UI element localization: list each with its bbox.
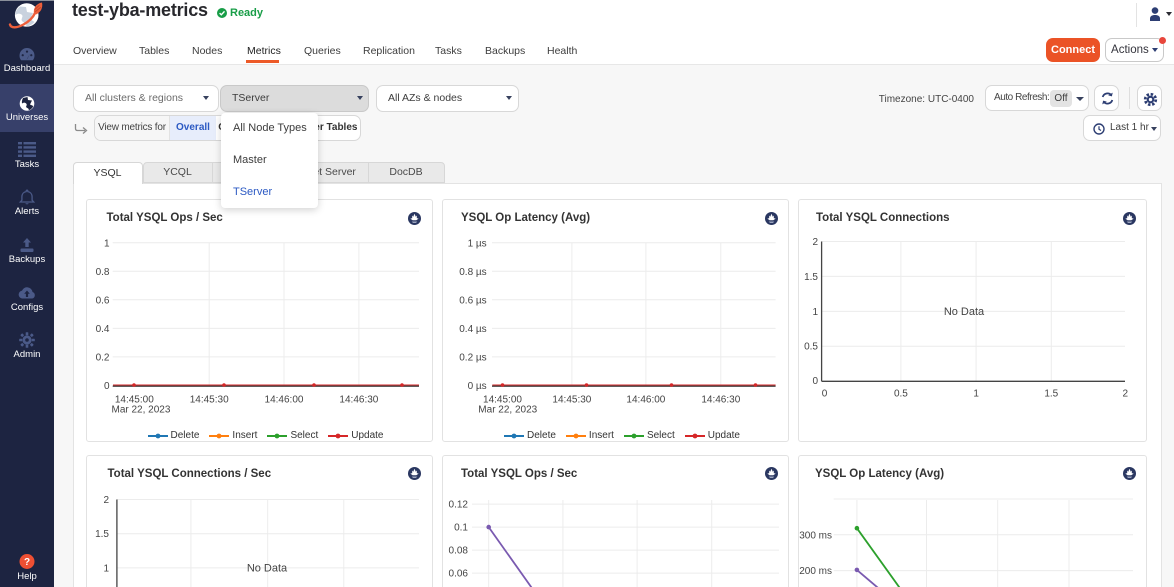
svg-text:1: 1 xyxy=(103,563,109,574)
svg-text:Mar 22, 2023: Mar 22, 2023 xyxy=(111,405,170,416)
svg-text:0.6: 0.6 xyxy=(95,295,109,306)
svg-text:0.4 µs: 0.4 µs xyxy=(459,324,486,335)
svg-text:14:45:30: 14:45:30 xyxy=(552,395,591,406)
svg-text:0.06: 0.06 xyxy=(449,568,469,579)
svg-text:0.5: 0.5 xyxy=(894,389,908,400)
svg-text:1: 1 xyxy=(103,238,109,249)
svg-text:0: 0 xyxy=(822,389,828,400)
svg-text:1: 1 xyxy=(973,389,979,400)
svg-text:No Data: No Data xyxy=(944,306,985,318)
svg-text:14:46:00: 14:46:00 xyxy=(264,395,303,406)
svg-text:1.5: 1.5 xyxy=(804,272,818,283)
svg-text:14:46:00: 14:46:00 xyxy=(626,395,665,406)
svg-text:14:45:30: 14:45:30 xyxy=(189,395,228,406)
svg-text:0.4: 0.4 xyxy=(95,324,109,335)
svg-text:2: 2 xyxy=(1123,389,1129,400)
svg-text:1 µs: 1 µs xyxy=(468,238,487,249)
svg-text:0.8 µs: 0.8 µs xyxy=(459,267,486,278)
svg-text:2: 2 xyxy=(812,237,818,248)
svg-text:0.1: 0.1 xyxy=(454,522,468,533)
svg-text:0.2: 0.2 xyxy=(95,352,109,363)
svg-text:0.8: 0.8 xyxy=(95,267,109,278)
svg-text:0: 0 xyxy=(103,381,109,392)
svg-text:1.5: 1.5 xyxy=(95,529,109,540)
svg-text:0: 0 xyxy=(812,376,818,387)
svg-text:300 ms: 300 ms xyxy=(799,530,832,541)
svg-text:No Data: No Data xyxy=(246,562,287,574)
svg-text:0.12: 0.12 xyxy=(449,499,469,510)
svg-text:1.5: 1.5 xyxy=(1044,389,1058,400)
svg-text:0 µs: 0 µs xyxy=(468,381,487,392)
svg-text:?: ? xyxy=(24,557,30,568)
svg-text:0.5: 0.5 xyxy=(804,342,818,353)
svg-text:200 ms: 200 ms xyxy=(799,566,832,577)
svg-text:2: 2 xyxy=(103,495,109,506)
svg-text:Mar 22, 2023: Mar 22, 2023 xyxy=(478,405,537,416)
svg-text:0.08: 0.08 xyxy=(449,545,469,556)
svg-text:0.2 µs: 0.2 µs xyxy=(459,352,486,363)
svg-text:1: 1 xyxy=(812,307,818,318)
svg-text:14:46:30: 14:46:30 xyxy=(701,395,740,406)
svg-text:0.6 µs: 0.6 µs xyxy=(459,295,486,306)
svg-text:14:46:30: 14:46:30 xyxy=(339,395,378,406)
